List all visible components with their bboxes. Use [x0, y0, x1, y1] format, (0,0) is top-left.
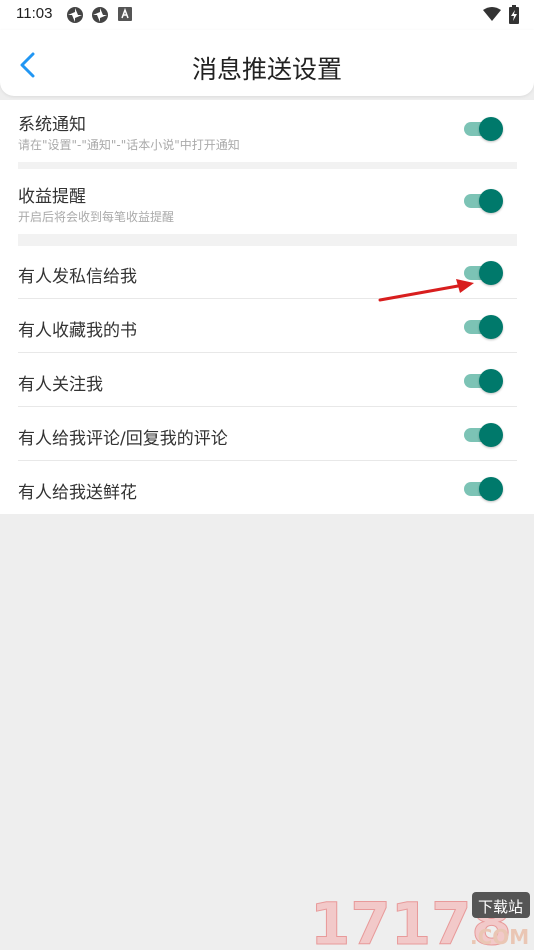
status-time: 11:03	[16, 5, 53, 22]
setting-title: 有人关注我	[18, 375, 103, 395]
settings-list: 系统通知 请在"设置"-"通知"-"话本小说"中打开通知 收益提醒 开启后将会收…	[0, 100, 534, 514]
app-header: 消息推送设置	[0, 30, 534, 96]
setting-title: 有人给我评论/回复我的评论	[18, 429, 228, 449]
section-separator	[18, 234, 517, 246]
red-arrow-annotation	[378, 279, 474, 302]
toggle-thumb	[479, 315, 503, 339]
setting-item-comment-reply: 有人给我评论/回复我的评论	[18, 424, 517, 460]
watermark-logo: 17178 下载站 .COM	[310, 890, 530, 950]
toggle-book-favorited[interactable]	[464, 315, 503, 339]
toggle-earnings-reminder[interactable]	[464, 189, 503, 213]
toggle-thumb	[479, 423, 503, 447]
toggle-thumb	[479, 117, 503, 141]
setting-item-book-favorited: 有人收藏我的书	[18, 316, 517, 352]
setting-item-system-notification: 系统通知 请在"设置"-"通知"-"话本小说"中打开通知	[18, 110, 517, 162]
toggle-thumb	[479, 189, 503, 213]
toggle-thumb	[479, 477, 503, 501]
a-box-icon	[118, 7, 132, 21]
toggle-thumb	[479, 261, 503, 285]
status-bar: 11:03	[0, 0, 534, 30]
pinwheel-icon	[92, 7, 108, 23]
section-separator	[18, 162, 517, 169]
toggle-thumb	[479, 369, 503, 393]
setting-subtitle: 请在"设置"-"通知"-"话本小说"中打开通知	[18, 138, 240, 152]
page-title: 消息推送设置	[191, 55, 342, 84]
battery-charging-icon	[509, 5, 519, 24]
toggle-comment-reply[interactable]	[464, 423, 503, 447]
setting-item-followed: 有人关注我	[18, 370, 517, 406]
setting-title: 有人给我送鲜花	[18, 483, 137, 503]
toggle-flowers[interactable]	[464, 477, 503, 501]
row-divider	[18, 460, 517, 461]
setting-item-earnings-reminder: 收益提醒 开启后将会收到每笔收益提醒	[18, 182, 517, 234]
row-divider	[18, 406, 517, 407]
row-divider	[18, 352, 517, 353]
toggle-system-notification[interactable]	[464, 117, 503, 141]
setting-title: 系统通知	[18, 115, 86, 135]
setting-title: 收益提醒	[18, 187, 86, 207]
pinwheel-icon	[67, 7, 83, 23]
setting-subtitle: 开启后将会收到每笔收益提醒	[18, 210, 175, 224]
toggle-followed[interactable]	[464, 369, 503, 393]
watermark-badge: 下载站	[478, 898, 523, 916]
wifi-icon	[483, 7, 501, 21]
watermark-domain: .COM	[470, 925, 529, 949]
setting-title: 有人发私信给我	[18, 267, 137, 287]
setting-item-flowers: 有人给我送鲜花	[18, 478, 517, 514]
setting-title: 有人收藏我的书	[18, 321, 137, 341]
